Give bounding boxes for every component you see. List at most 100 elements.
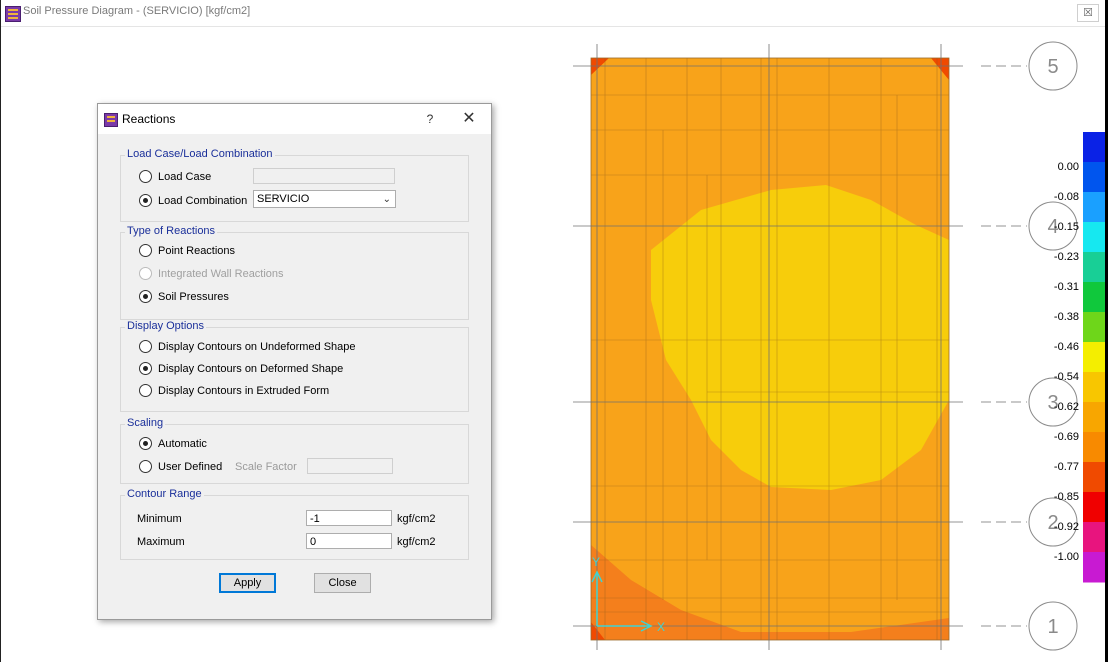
legend-value-label: -0.38 — [1053, 311, 1079, 323]
radio-deformed[interactable]: Display Contours on Deformed Shape — [139, 361, 344, 376]
apply-button[interactable]: Apply — [219, 573, 276, 593]
legend-value-label: -0.31 — [1053, 281, 1079, 293]
radio-integrated-wall: Integrated Wall Reactions — [139, 266, 284, 281]
dialog-close-icon[interactable]: ✕ — [456, 110, 482, 128]
legend-swatch — [1083, 462, 1105, 493]
legend-color-bar — [1083, 132, 1105, 583]
legend-swatch — [1083, 162, 1105, 193]
legend-value-label: -0.15 — [1053, 221, 1079, 233]
radio-deformed-label: Display Contours on Deformed Shape — [158, 363, 344, 375]
radio-soil-pressures-label: Soil Pressures — [158, 291, 229, 303]
legend-swatch — [1083, 192, 1105, 223]
minimum-input[interactable]: -1 — [306, 510, 392, 526]
legend-swatch — [1083, 522, 1105, 553]
radio-extruded-circle[interactable] — [139, 383, 152, 397]
minimum-unit: kgf/cm2 — [397, 513, 436, 525]
radio-undeformed-circle[interactable] — [139, 339, 152, 353]
radio-user-defined[interactable]: User Defined — [139, 459, 223, 474]
legend-swatch — [1083, 342, 1105, 373]
radio-load-case-label: Load Case — [158, 171, 212, 183]
help-button[interactable]: ? — [420, 110, 440, 128]
radio-load-case[interactable]: Load Case — [139, 169, 212, 184]
legend-swatch — [1083, 402, 1105, 433]
radio-automatic[interactable]: Automatic — [139, 436, 207, 451]
radio-point-reactions-circle[interactable] — [139, 243, 152, 257]
radio-load-combination-circle[interactable] — [139, 193, 152, 207]
legend-swatch — [1083, 132, 1105, 163]
radio-automatic-label: Automatic — [158, 438, 207, 450]
model-view[interactable]: 5 4 3 2 1 Y X 0.00 -0.08 -0.15 -0.23 -0.31 -0… — [1, 27, 1105, 662]
dialog-icon — [104, 113, 118, 127]
radio-point-reactions-label: Point Reactions — [158, 245, 236, 257]
axis-x-label: X — [657, 620, 665, 634]
window-title: Soil Pressure Diagram - (SERVICIO) [kgf/… — [23, 5, 251, 17]
radio-user-defined-circle[interactable] — [139, 459, 152, 473]
radio-undeformed[interactable]: Display Contours on Undeformed Shape — [139, 339, 356, 354]
radio-load-combination-label: Load Combination — [158, 195, 248, 207]
group-title-scaling: Scaling — [125, 417, 166, 429]
legend-value-label: -1.00 — [1053, 551, 1079, 563]
group-title-load: Load Case/Load Combination — [125, 148, 275, 160]
legend-value-label: -0.46 — [1053, 341, 1079, 353]
window-close-button[interactable]: ☒ — [1077, 4, 1099, 22]
legend-value-label: -0.69 — [1053, 431, 1079, 443]
group-title-reactions: Type of Reactions — [125, 225, 218, 237]
close-button[interactable]: Close — [314, 573, 371, 593]
group-display-options: Display Options Display Contours on Unde… — [120, 320, 469, 412]
radio-automatic-circle[interactable] — [139, 436, 152, 450]
group-reaction-type: Type of Reactions Point Reactions Integr… — [120, 225, 469, 320]
legend-swatch — [1083, 222, 1105, 253]
reactions-dialog: Reactions ? ✕ Load Case/Load Combination… — [97, 103, 492, 620]
group-load-case: Load Case/Load Combination Load Case Loa… — [120, 148, 469, 222]
group-title-display: Display Options — [125, 320, 207, 332]
grid-label-5: 5 — [1047, 56, 1058, 78]
maximum-input[interactable]: 0 — [306, 533, 392, 549]
group-title-contour: Contour Range — [125, 488, 204, 500]
radio-integrated-wall-circle — [139, 266, 152, 280]
radio-load-combination[interactable]: Load Combination — [139, 193, 248, 208]
group-contour-range: Contour Range Minimum -1 kgf/cm2 Maximum… — [120, 488, 469, 560]
legend-value-label: -0.08 — [1053, 191, 1079, 203]
legend-swatch — [1083, 492, 1105, 523]
load-combination-value: SERVICIO — [257, 193, 310, 205]
load-combination-select[interactable]: SERVICIO ⌄ — [253, 190, 396, 208]
window-titlebar: Soil Pressure Diagram - (SERVICIO) [kgf/… — [1, 0, 1105, 27]
maximum-label: Maximum — [137, 536, 185, 548]
legend-swatch — [1083, 282, 1105, 313]
radio-soil-pressures[interactable]: Soil Pressures — [139, 289, 229, 304]
group-scaling: Scaling Automatic User Defined Scale Fac… — [120, 417, 469, 484]
grid-line-extensions — [981, 65, 1027, 627]
app-window: Soil Pressure Diagram - (SERVICIO) [kgf/… — [0, 0, 1105, 662]
dialog-titlebar: Reactions ? ✕ — [98, 104, 491, 134]
legend-value-label: -0.85 — [1053, 491, 1079, 503]
radio-extruded-label: Display Contours in Extruded Form — [158, 385, 330, 397]
scale-factor-field[interactable] — [307, 458, 393, 474]
radio-point-reactions[interactable]: Point Reactions — [139, 243, 236, 258]
axis-y-label: Y — [592, 555, 600, 569]
radio-load-case-circle[interactable] — [139, 169, 152, 183]
dialog-title: Reactions — [122, 112, 176, 126]
legend-value-label: 0.00 — [1057, 161, 1079, 173]
legend-swatch — [1083, 432, 1105, 463]
scale-factor-label: Scale Factor — [235, 461, 297, 473]
legend-swatch — [1083, 552, 1105, 583]
radio-deformed-circle[interactable] — [139, 361, 152, 375]
load-case-field[interactable] — [253, 168, 395, 184]
legend-value-label: -0.77 — [1053, 461, 1079, 473]
legend-value-label: -0.92 — [1053, 521, 1079, 533]
legend-swatch — [1083, 312, 1105, 343]
app-icon — [5, 6, 21, 22]
maximum-unit: kgf/cm2 — [397, 536, 436, 548]
radio-undeformed-label: Display Contours on Undeformed Shape — [158, 341, 356, 353]
radio-extruded[interactable]: Display Contours in Extruded Form — [139, 383, 330, 398]
legend-swatch — [1083, 252, 1105, 283]
legend-value-label: -0.23 — [1053, 251, 1079, 263]
radio-user-defined-label: User Defined — [158, 461, 223, 473]
legend-value-label: -0.62 — [1053, 401, 1079, 413]
minimum-label: Minimum — [137, 513, 182, 525]
chevron-down-icon: ⌄ — [382, 194, 391, 205]
legend-swatch — [1083, 372, 1105, 403]
radio-soil-pressures-circle[interactable] — [139, 289, 152, 303]
radio-integrated-wall-label: Integrated Wall Reactions — [158, 268, 284, 280]
legend-value-label: -0.54 — [1053, 371, 1079, 383]
